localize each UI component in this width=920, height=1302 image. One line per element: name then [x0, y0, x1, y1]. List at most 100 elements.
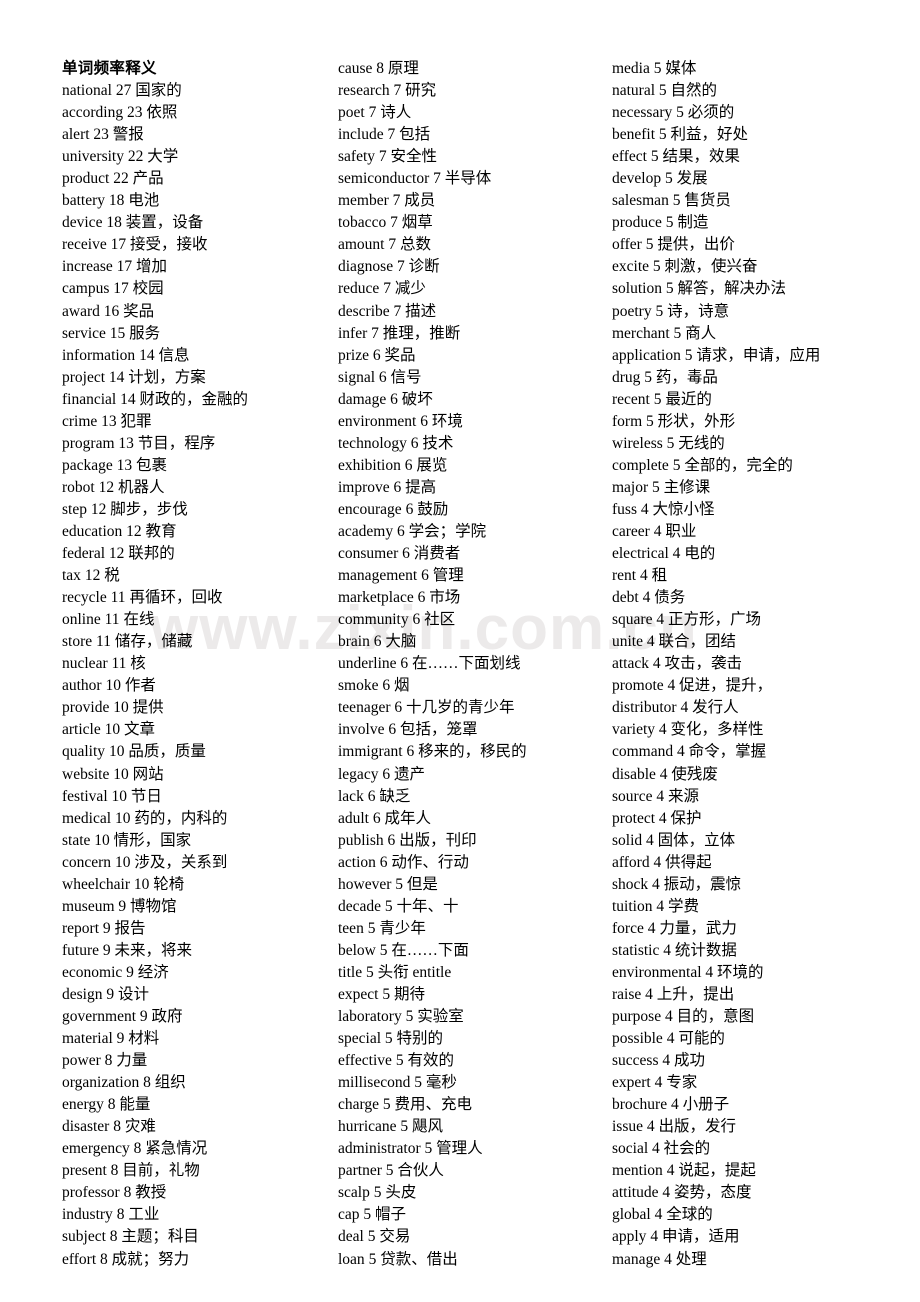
- entry-word: natural: [612, 82, 656, 100]
- entry-word: marketplace: [338, 589, 414, 607]
- entry-meaning: 交易: [379, 1228, 411, 1246]
- entry-frequency: 8: [123, 1184, 132, 1202]
- entry-meaning: 电的: [684, 545, 716, 563]
- entry-meaning: 全部的，完全的: [684, 456, 793, 474]
- entry-meaning: 十年、十: [396, 897, 459, 915]
- entry-meaning: 攻击，袭击: [664, 655, 743, 673]
- entry-word: debt: [612, 589, 639, 607]
- entry-meaning: 市场: [429, 589, 461, 607]
- word-entry: decade 5 十年、十: [338, 896, 610, 918]
- entry-frequency: 4: [666, 1030, 675, 1048]
- entry-frequency: 4: [650, 1228, 659, 1246]
- entry-frequency: 4: [659, 765, 668, 783]
- word-entry: exhibition 6 展览: [338, 455, 610, 477]
- word-entry: festival 10 节日: [62, 786, 334, 808]
- entry-word: loan: [338, 1250, 365, 1268]
- entry-word: museum: [62, 897, 115, 915]
- entry-word: involve: [338, 721, 385, 739]
- entry-frequency: 4: [677, 743, 685, 761]
- entry-frequency: 6: [410, 434, 419, 452]
- entry-word: brain: [338, 633, 370, 651]
- entry-meaning: 大学: [147, 148, 179, 166]
- entry-meaning: 全球的: [666, 1206, 713, 1224]
- entry-meaning: 动作、行动: [391, 853, 469, 871]
- entry-meaning: 设计: [117, 985, 149, 1003]
- entry-word: step: [62, 500, 87, 518]
- entry-frequency: 5: [665, 214, 674, 232]
- word-entry: academy 6 学会；学院: [338, 521, 610, 543]
- entry-frequency: 8: [113, 1118, 121, 1136]
- entry-meaning: 出版，发行: [658, 1118, 737, 1136]
- entry-frequency: 7: [383, 280, 391, 298]
- entry-meaning: 再循环，回收: [129, 589, 223, 607]
- entry-frequency: 5: [658, 82, 667, 100]
- entry-frequency: 5: [653, 60, 662, 77]
- word-list-column-2: cause 8 原理 research 7 研究 poet 7 诗人 include …: [338, 58, 610, 1271]
- entry-meaning: 材料: [128, 1030, 160, 1048]
- entry-meaning: 保护: [670, 809, 702, 827]
- entry-frequency: 6: [420, 412, 428, 430]
- entry-word: media: [612, 60, 650, 77]
- entry-meaning: 紧急情况: [145, 1140, 208, 1158]
- entry-word: package: [62, 456, 113, 474]
- entry-word: material: [62, 1030, 113, 1048]
- entry-word: global: [612, 1206, 651, 1224]
- entry-frequency: 9: [102, 919, 111, 937]
- entry-meaning: 作者: [124, 677, 156, 695]
- word-entry: mention 4 说起，提起: [612, 1160, 912, 1182]
- entry-word: scalp: [338, 1184, 370, 1202]
- entry-word: underline: [338, 655, 397, 673]
- entry-frequency: 12: [90, 500, 107, 518]
- entry-word: organization: [62, 1074, 140, 1092]
- entry-word: decade: [338, 897, 382, 915]
- word-entry: major 5 主修课: [612, 477, 912, 499]
- entry-word: afford: [612, 853, 650, 871]
- word-entry: member 7 成员: [338, 190, 610, 212]
- entry-meaning: 有效的: [407, 1052, 454, 1070]
- entry-meaning: 包裹: [136, 456, 168, 474]
- entry-meaning: 实验室: [417, 1008, 464, 1026]
- entry-word: technology: [338, 434, 407, 452]
- entry-word: receive: [62, 236, 107, 254]
- entry-frequency: 14: [120, 390, 136, 408]
- entry-meaning: 发行人: [692, 699, 739, 717]
- entry-frequency: 6: [406, 743, 415, 761]
- entry-frequency: 11: [104, 611, 120, 629]
- entry-meaning: 来源: [667, 787, 699, 805]
- word-entry: damage 6 破坏: [338, 389, 610, 411]
- entry-word: complete: [612, 456, 669, 474]
- entry-frequency: 16: [103, 302, 120, 320]
- entry-frequency: 9: [102, 941, 111, 959]
- entry-frequency: 6: [372, 346, 381, 364]
- entry-word: expert: [612, 1074, 651, 1092]
- entry-frequency: 5: [658, 126, 667, 144]
- entry-meaning: 安全性: [390, 148, 438, 166]
- word-entry: encourage 6 鼓励: [338, 499, 610, 521]
- entry-meaning: 描述: [405, 302, 437, 320]
- entry-meaning: 成员: [404, 192, 436, 210]
- word-entry: tax 12 税: [62, 565, 334, 587]
- entry-word: teen: [338, 919, 364, 937]
- entry-frequency: 8: [376, 60, 385, 77]
- entry-frequency: 27: [115, 82, 132, 100]
- word-entry: wheelchair 10 轮椅: [62, 874, 334, 896]
- word-entry: community 6 社区: [338, 609, 610, 631]
- word-entry: alert 23 警报: [62, 124, 334, 146]
- entry-meaning: 但是: [406, 875, 438, 893]
- word-entry: statistic 4 统计数据: [612, 940, 912, 962]
- word-entry: raise 4 上升，提出: [612, 984, 912, 1006]
- entry-word: legacy: [338, 765, 379, 783]
- entry-frequency: 4: [653, 522, 662, 540]
- word-entry: website 10 网站: [62, 764, 334, 786]
- word-entry: legacy 6 遗产: [338, 764, 610, 786]
- entry-word: product: [62, 170, 110, 188]
- entry-meaning: 期待: [393, 985, 425, 1003]
- word-entry: effect 5 结果，效果: [612, 146, 912, 168]
- entry-meaning: 教授: [135, 1184, 167, 1202]
- entry-word: rent: [612, 567, 637, 585]
- entry-frequency: 15: [109, 324, 126, 342]
- word-entry: effective 5 有效的: [338, 1050, 610, 1072]
- word-entry: command 4 命令，掌握: [612, 741, 912, 763]
- entry-meaning: 诗，诗意: [667, 302, 730, 320]
- word-entry: career 4 职业: [612, 521, 912, 543]
